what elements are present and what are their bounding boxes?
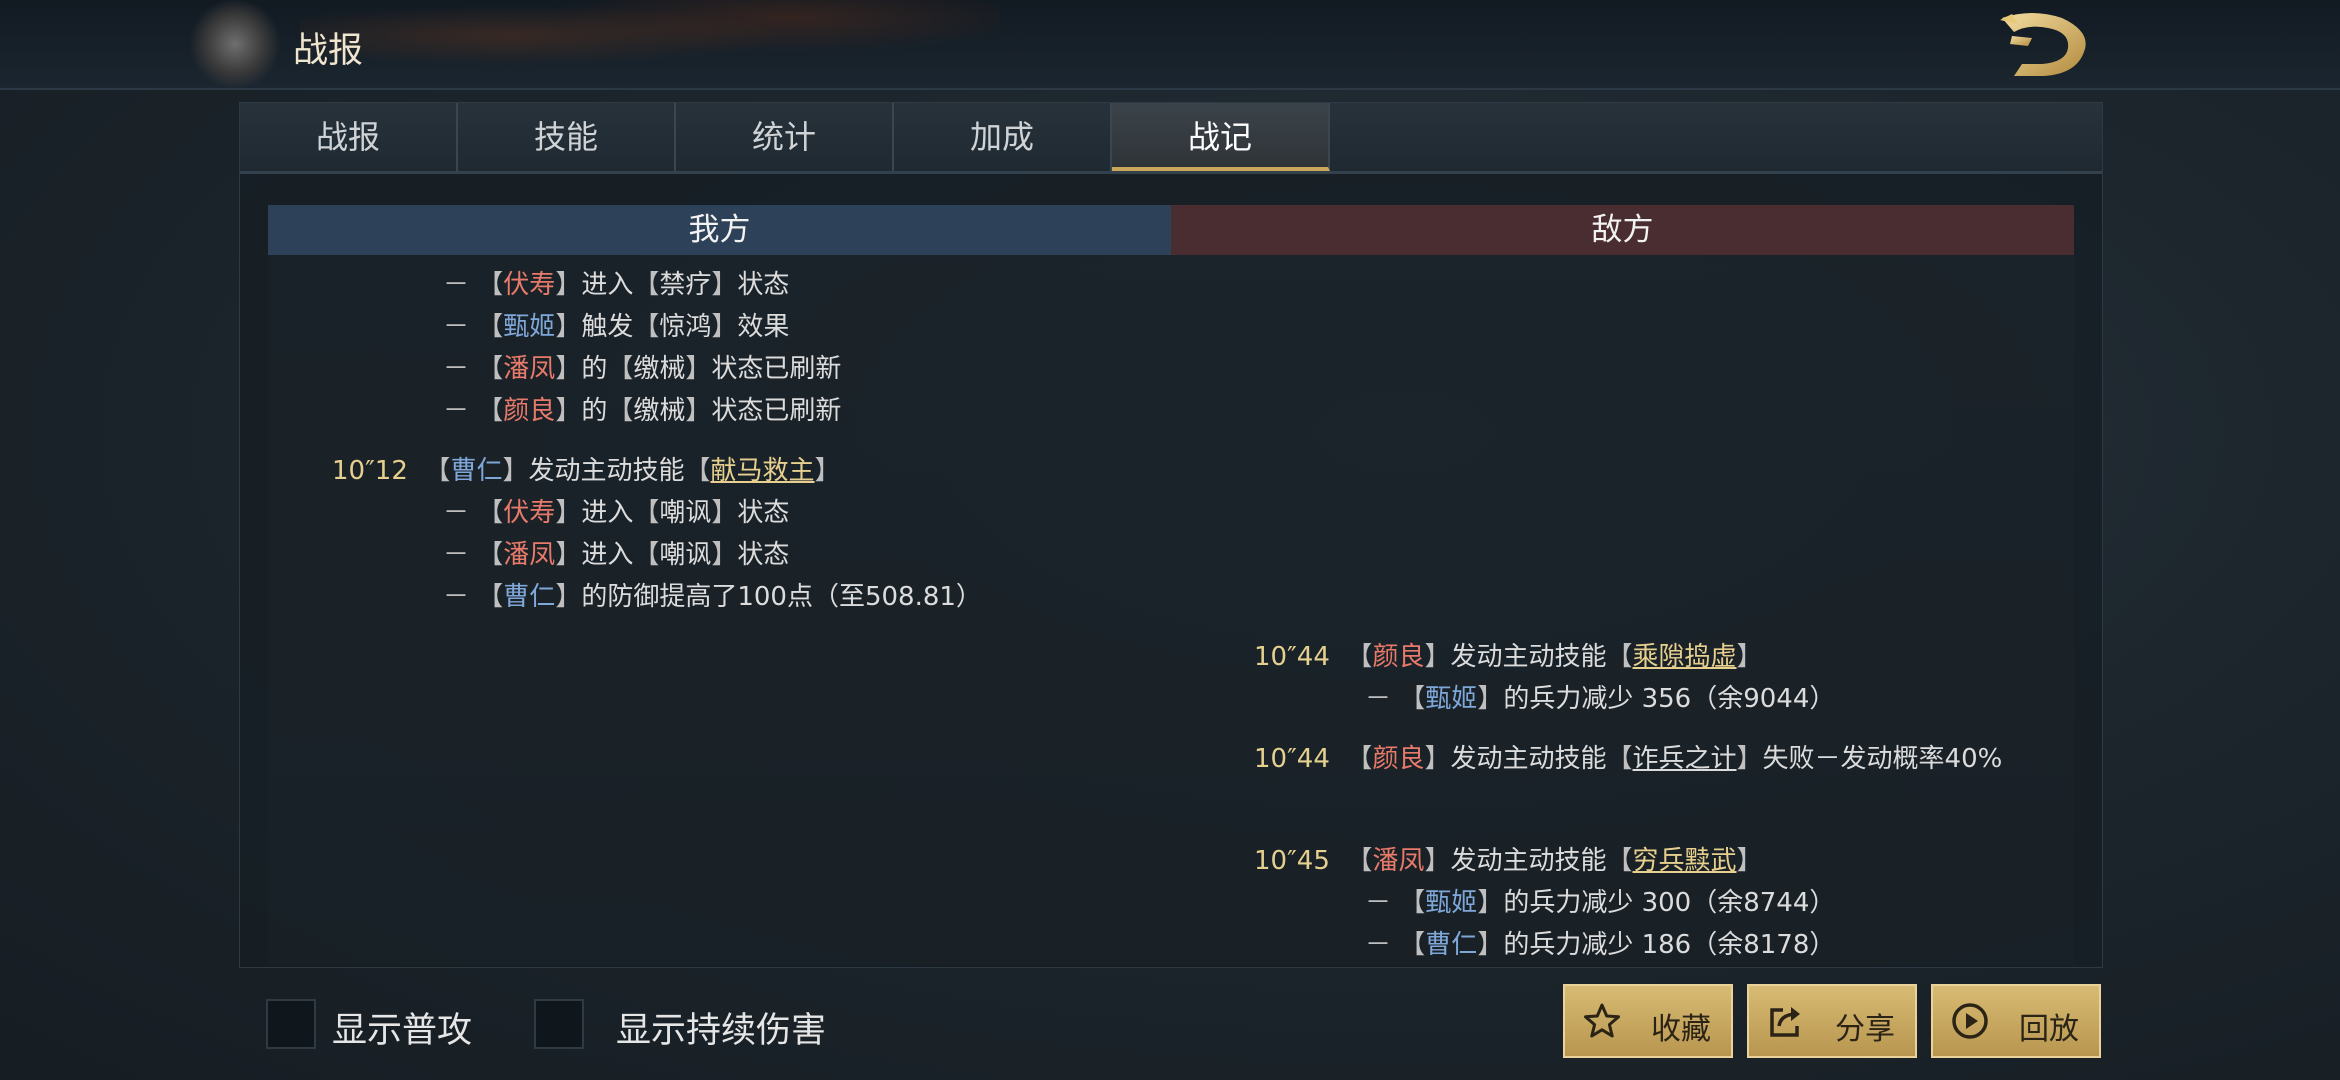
log-event: 10″44 【颜良】发动主动技能【诈兵之计】失败－发动概率40% <box>1254 744 2003 774</box>
dragon-logo-icon <box>2000 13 2086 76</box>
log-line: － 【曹仁】的防御提高了100点（至508.81） <box>443 582 982 612</box>
tab-bonus[interactable]: 加成 <box>894 103 1112 171</box>
tab-bar: 战报 技能 统计 加成 战记 <box>240 103 2102 174</box>
show-normal-attack-checkbox[interactable] <box>266 999 316 1049</box>
play-icon <box>1952 1003 1988 1039</box>
show-dot-checkbox[interactable] <box>534 999 584 1049</box>
top-bar: 战报 <box>0 0 2340 90</box>
log-line: － 【伏寿】进入【嘲讽】状态 <box>443 498 790 528</box>
show-dot-label: 显示持续伤害 <box>616 1011 827 1051</box>
battle-log-area[interactable]: 我方 敌方 － 【伏寿】进入【禁疗】状态 － 【甄姬】触发【惊鸿】效果 － 【潘… <box>268 205 2074 965</box>
skill-link[interactable]: 穷兵黩武 <box>1633 846 1737 876</box>
log-line: － 【甄姬】的兵力减少 356（余9044） <box>1365 684 1836 714</box>
skill-link[interactable]: 诈兵之计 <box>1633 744 1737 774</box>
tab-battle-report[interactable]: 战报 <box>240 103 458 171</box>
replay-button[interactable]: 回放 <box>1931 984 2101 1058</box>
favorite-button[interactable]: 收藏 <box>1563 984 1733 1058</box>
background-decoration <box>300 0 1000 88</box>
log-line: － 【潘凤】进入【嘲讽】状态 <box>443 540 790 570</box>
tab-battle-chronicle[interactable]: 战记 <box>1112 103 1330 171</box>
skill-link[interactable]: 献马救主 <box>711 456 815 486</box>
enemy-side-header: 敌方 <box>1171 205 2074 255</box>
log-line: － 【甄姬】触发【惊鸿】效果 <box>443 312 790 342</box>
share-button[interactable]: 分享 <box>1747 984 1917 1058</box>
log-event: 10″12 【曹仁】发动主动技能【献马救主】 <box>332 456 841 486</box>
emblem-icon <box>190 0 280 88</box>
show-normal-attack-label: 显示普攻 <box>332 1011 473 1051</box>
tab-statistics[interactable]: 统计 <box>676 103 894 171</box>
log-line: － 【伏寿】进入【禁疗】状态 <box>443 270 790 300</box>
log-event: 10″44 【颜良】发动主动技能【乘隙捣虚】 <box>1254 642 1763 672</box>
log-event: 10″45 【潘凤】发动主动技能【穷兵黩武】 <box>1254 846 1763 876</box>
star-icon <box>1584 1003 1620 1038</box>
log-line: － 【曹仁】的兵力减少 186（余8178） <box>1365 930 1836 960</box>
log-line: － 【潘凤】的【缴械】状态已刷新 <box>443 354 842 384</box>
share-icon <box>1770 1007 1800 1037</box>
log-line: － 【颜良】的【缴械】状态已刷新 <box>443 396 842 426</box>
our-side-header: 我方 <box>268 205 1171 255</box>
page-title: 战报 <box>293 31 364 71</box>
log-line: － 【甄姬】的兵力减少 300（余8744） <box>1365 888 1836 918</box>
battle-report-panel: 战报 技能 统计 加成 战记 我方 敌方 － 【伏寿】进入【禁疗】状态 － 【甄… <box>239 102 2103 968</box>
tab-skills[interactable]: 技能 <box>458 103 676 171</box>
skill-link[interactable]: 乘隙捣虚 <box>1633 642 1737 672</box>
